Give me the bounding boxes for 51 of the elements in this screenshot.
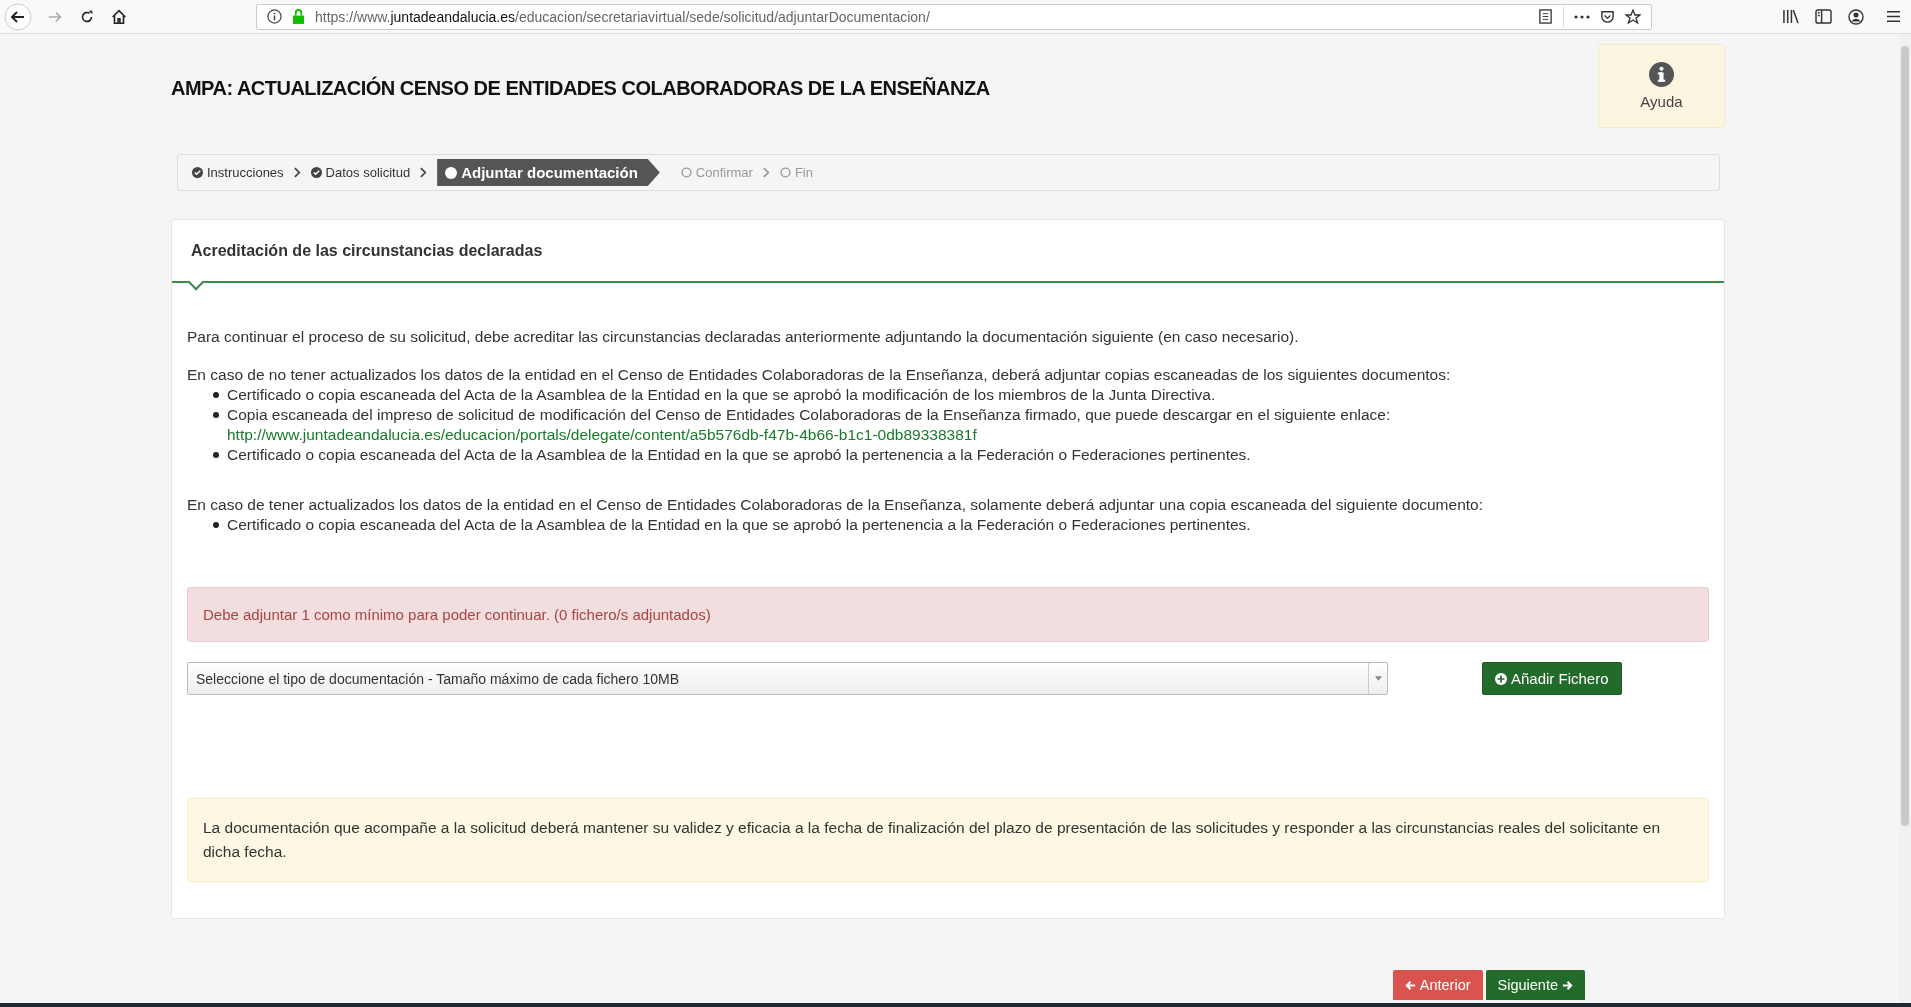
back-icon[interactable] xyxy=(4,2,32,31)
circle-icon xyxy=(445,166,458,179)
download-link[interactable]: http://www.juntadeandalucia.es/educacion/portals/delegate/content/a5b576db-f47b-4b66-b1c1-0db89338381f xyxy=(227,426,977,443)
bullet-icon xyxy=(213,522,219,528)
step-tab[interactable]: Instrucciones xyxy=(192,165,284,180)
next-button[interactable]: Siguiente xyxy=(1485,970,1585,1000)
page-title: AMPA: ACTUALIZACIÓN CENSO DE ENTIDADES COLABORADORAS DE LA ENSEÑANZA xyxy=(171,75,990,100)
pocket-icon[interactable] xyxy=(1600,9,1615,24)
plus-circle-icon xyxy=(1495,672,1507,685)
circle-icon xyxy=(680,167,692,178)
sidebar-icon[interactable] xyxy=(1815,9,1832,24)
section-text: En caso de no tener actualizados los datos de la entidad en el Censo de Entidades Colaboradoras de la Enseñanza, deberá adjuntar copias escaneadas de los siguientes documentos: xyxy=(187,365,1452,385)
reader-icon[interactable] xyxy=(1538,9,1553,24)
account-icon[interactable] xyxy=(1848,8,1864,25)
bullet-icon xyxy=(213,412,219,418)
chevron-icon xyxy=(293,167,301,178)
star-icon[interactable] xyxy=(1625,8,1641,25)
document-type-select[interactable]: Seleccione el tipo de documentación - Tamaño máximo de cada fichero 10MB xyxy=(187,662,1388,695)
library-icon[interactable] xyxy=(1782,9,1799,24)
right-arrow-icon xyxy=(1562,979,1573,991)
chevron-icon xyxy=(420,167,428,178)
bullet-icon xyxy=(213,452,219,458)
step-tab[interactable]: Datos solicitud xyxy=(310,165,411,180)
add-file-button[interactable]: Añadir Fichero xyxy=(1482,662,1622,695)
error-alert: Debe adjuntar 1 como mínimo para poder continuar. (0 fichero/s adjuntados) xyxy=(187,587,1709,642)
info-icon xyxy=(1649,62,1674,87)
list-item-text: Certificado o copia escaneada del Acta de la Asamblea de la Entidad en la que se aprobó la pertenencia a la Federación o Federaciones pertinentes. xyxy=(227,445,1251,465)
more-icon[interactable] xyxy=(1574,14,1590,19)
list-item-text: Certificado o copia escaneada del Acta de la Asamblea de la Entidad en la que se aprobó la modificación de los miembros de la Junta Directiva. xyxy=(227,385,1216,405)
dropdown-arrow-icon xyxy=(1374,676,1382,681)
previous-button[interactable]: Anterior xyxy=(1392,970,1483,1000)
info-icon[interactable] xyxy=(267,9,282,24)
check-circle-icon xyxy=(310,167,322,178)
left-arrow-icon xyxy=(1404,979,1416,991)
section-text: En caso de tener actualizados los datos de la entidad en el Censo de Entidades Colaboradoras de la Enseñanza, solamente deberá adjuntar una copia escaneada del siguiente documento: xyxy=(187,495,1484,515)
address-bar[interactable]: https://www.juntadeandalucia.es/educacion/secretariavirtual/sede/solicitud/adjuntarDocumentacion/ xyxy=(256,3,1652,30)
list-item-text: Certificado o copia escaneada del Acta de la Asamblea de la Entidad en la que se aprobó la pertenencia a la Federación o Federaciones pertinentes. xyxy=(227,515,1251,535)
list-item-text: Copia escaneada del impreso de solicitud de modificación del Censo de Entidades Colaboradoras de la Enseñanza firmado, que puede descargar en el siguiente enlace: http://www.juntadeandalucia.es/educacion/portals/delegate/content/a5b576db-f47b-4b66-b1c1-0db89338381f xyxy=(227,405,1392,445)
help-button[interactable]: Ayuda xyxy=(1598,44,1725,128)
notice-text: La documentación que acompañe a la solicitud deberá mantener su validez y eficacia a la fecha de finalización del plazo de presentación de las solicitudes y responder a las circunstancias reales del solicitante en dicha fecha. xyxy=(187,798,1709,882)
panel-title: Acreditación de las circunstancias declaradas xyxy=(191,241,543,260)
chevron-icon xyxy=(762,167,770,178)
scrollbar[interactable] xyxy=(1899,34,1911,1003)
menu-icon[interactable] xyxy=(1886,10,1901,23)
home-icon[interactable] xyxy=(110,7,128,26)
check-circle-icon xyxy=(192,167,203,178)
intro-text: Para continuar el proceso de su solicitud, debe acreditar las circunstancias declaradas anteriormente adjuntando la documentación siguiente (en caso necesario). xyxy=(187,328,1300,346)
circle-icon xyxy=(779,167,791,178)
lock-icon xyxy=(292,9,305,24)
bullet-icon xyxy=(213,392,219,398)
url-text: https://www.juntadeandalucia.es/educacion/secretariavirtual/sede/solicitud/adjuntarDocumentacion/ xyxy=(315,8,930,25)
